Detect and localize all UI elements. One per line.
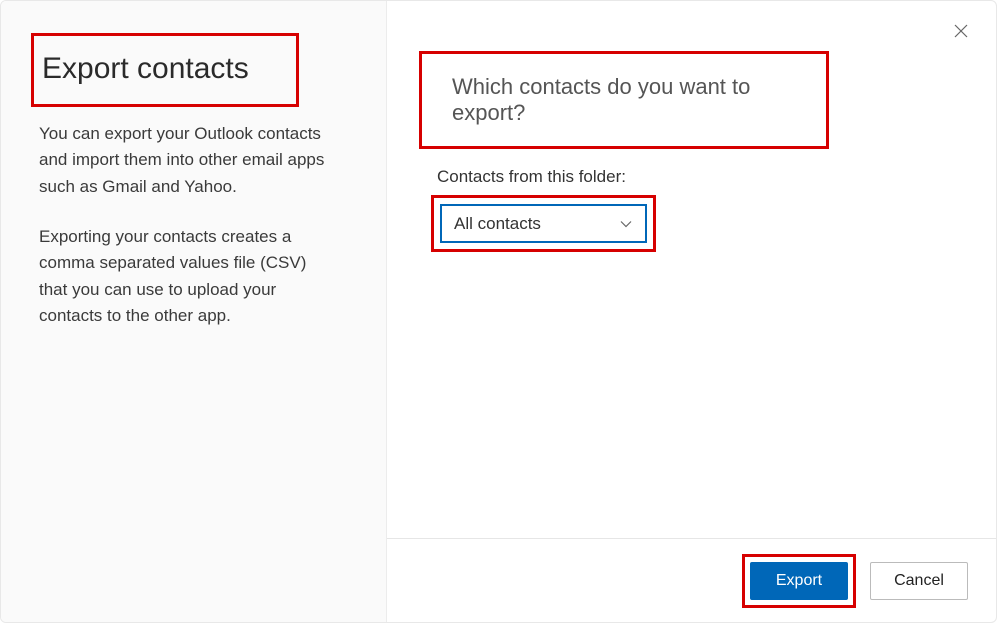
dialog-title: Export contacts [34, 52, 284, 86]
cancel-button[interactable]: Cancel [870, 562, 968, 600]
description-1: You can export your Outlook contacts and… [39, 121, 329, 200]
export-contacts-dialog: Export contacts You can export your Outl… [0, 0, 997, 623]
close-icon [954, 24, 968, 41]
export-button[interactable]: Export [750, 562, 848, 600]
form-content: Which contacts do you want to export? Co… [387, 1, 996, 538]
folder-select-value: All contacts [454, 214, 541, 234]
folder-label: Contacts from this folder: [437, 167, 946, 187]
description-2: Exporting your contacts creates a comma … [39, 224, 329, 329]
question-highlight-box: Which contacts do you want to export? [419, 51, 829, 149]
form-pane: Which contacts do you want to export? Co… [387, 1, 996, 622]
folder-select[interactable]: All contacts [440, 204, 647, 243]
close-button[interactable] [950, 21, 972, 43]
chevron-down-icon [619, 217, 633, 231]
question-heading: Which contacts do you want to export? [434, 74, 814, 126]
folder-select-highlight-box: All contacts [431, 195, 656, 252]
info-pane: Export contacts You can export your Outl… [1, 1, 387, 622]
export-highlight-box: Export [742, 554, 856, 608]
dialog-footer: Export Cancel [387, 538, 996, 622]
title-highlight-box: Export contacts [31, 33, 299, 107]
